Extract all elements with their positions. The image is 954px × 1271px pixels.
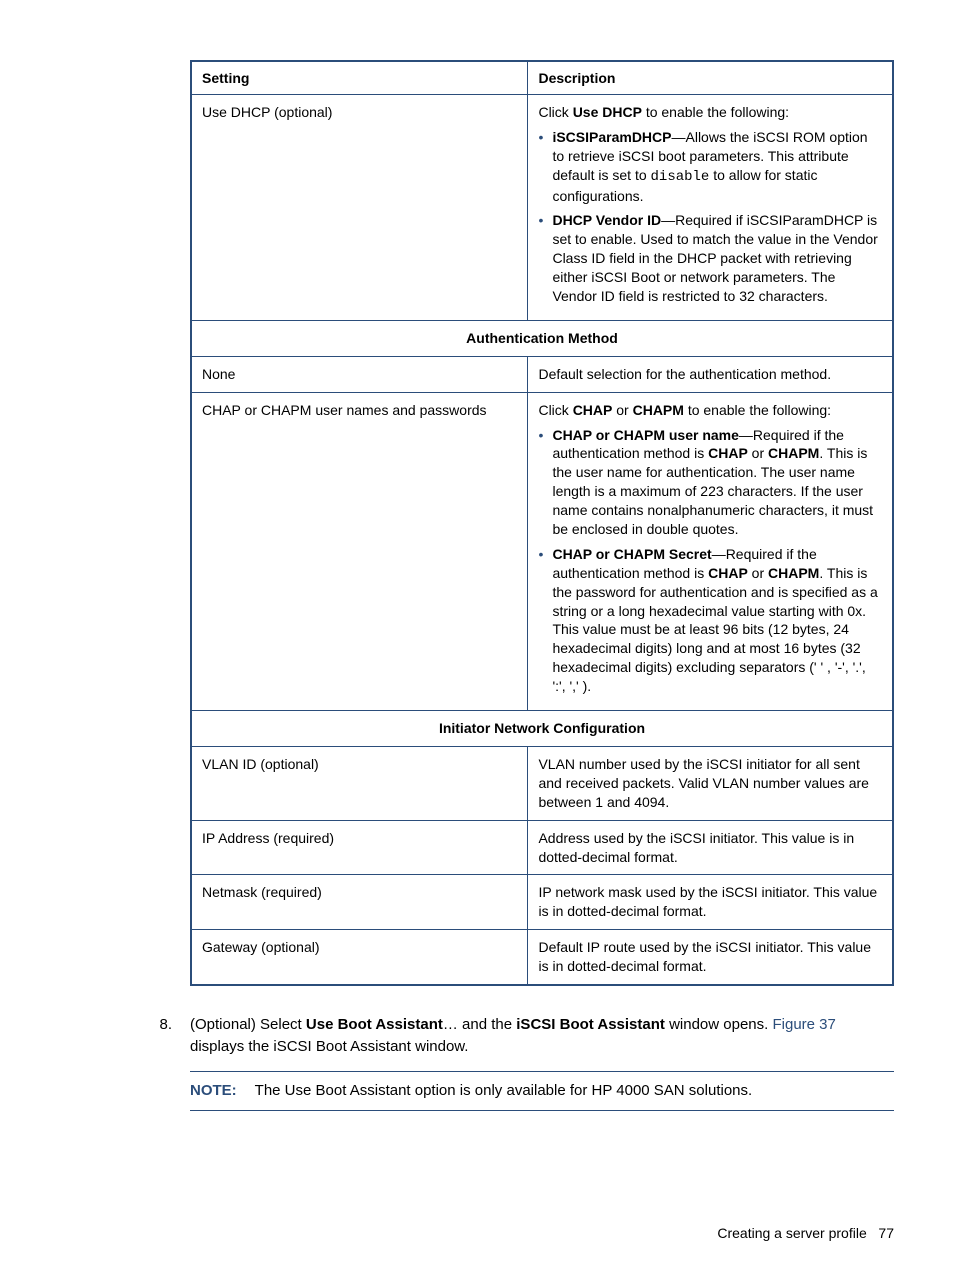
bold-text: CHAP or CHAPM user name: [552, 427, 738, 443]
figure-link[interactable]: Figure 37: [772, 1016, 835, 1033]
row-ip-address: IP Address (required) Address used by th…: [191, 820, 893, 875]
bold-text: DHCP Vendor ID: [552, 212, 661, 228]
bold-text: iSCSIParamDHCP: [552, 129, 671, 145]
setting-cell: VLAN ID (optional): [191, 746, 528, 820]
text: to enable the following:: [642, 104, 789, 120]
row-netmask: Netmask (required) IP network mask used …: [191, 875, 893, 930]
setting-cell: Gateway (optional): [191, 930, 528, 985]
section-title: Initiator Network Configuration: [191, 711, 893, 747]
text: window opens.: [665, 1016, 773, 1033]
bold-text: CHAPM: [768, 445, 819, 461]
text: (Optional) Select: [190, 1016, 306, 1033]
bold-text: CHAP: [708, 445, 748, 461]
bullet-list: CHAP or CHAPM user name—Required if the …: [538, 426, 882, 696]
bold-text: Use DHCP: [573, 104, 642, 120]
setting-cell: CHAP or CHAPM user names and passwords: [191, 392, 528, 710]
bold-text: CHAP: [708, 565, 748, 581]
list-item: DHCP Vendor ID—Required if iSCSIParamDHC…: [538, 211, 882, 305]
footer-text: Creating a server profile: [717, 1225, 866, 1241]
description-cell: IP network mask used by the iSCSI initia…: [528, 875, 893, 930]
setting-cell: Use DHCP (optional): [191, 95, 528, 321]
page-footer: Creating a server profile 77: [717, 1225, 894, 1241]
row-use-dhcp: Use DHCP (optional) Click Use DHCP to en…: [191, 95, 893, 321]
section-title: Authentication Method: [191, 320, 893, 356]
text: or: [748, 445, 768, 461]
note-box: NOTE: The Use Boot Assistant option is o…: [190, 1071, 894, 1111]
description-cell: Address used by the iSCSI initiator. Thi…: [528, 820, 893, 875]
note-label: NOTE:: [190, 1080, 255, 1102]
bold-text: CHAP or CHAPM Secret: [552, 546, 711, 562]
description-cell: Default selection for the authentication…: [528, 356, 893, 392]
table-header-row: Setting Description: [191, 61, 893, 95]
text: Click: [538, 104, 572, 120]
row-vlan: VLAN ID (optional) VLAN number used by t…: [191, 746, 893, 820]
bold-text: CHAPM: [768, 565, 819, 581]
row-chap: CHAP or CHAPM user names and passwords C…: [191, 392, 893, 710]
description-cell: Click Use DHCP to enable the following: …: [528, 95, 893, 321]
text: or: [748, 565, 768, 581]
text: displays the iSCSI Boot Assistant window…: [190, 1038, 468, 1055]
row-gateway: Gateway (optional) Default IP route used…: [191, 930, 893, 985]
step-8: 8. (Optional) Select Use Boot Assistant……: [60, 1014, 894, 1111]
row-none: None Default selection for the authentic…: [191, 356, 893, 392]
text: to enable the following:: [684, 402, 831, 418]
mono-text: disable: [651, 169, 710, 185]
page-number: 77: [878, 1225, 894, 1241]
description-cell: Default IP route used by the iSCSI initi…: [528, 930, 893, 985]
bold-text: iSCSI Boot Assistant: [516, 1016, 665, 1033]
section-header-auth: Authentication Method: [191, 320, 893, 356]
setting-cell: IP Address (required): [191, 820, 528, 875]
bold-text: Use Boot Assistant: [306, 1016, 443, 1033]
text: Click: [538, 402, 572, 418]
description-cell: Click CHAP or CHAPM to enable the follow…: [528, 392, 893, 710]
text: or: [612, 402, 632, 418]
header-setting: Setting: [191, 61, 528, 95]
settings-table: Setting Description Use DHCP (optional) …: [190, 60, 894, 986]
setting-cell: Netmask (required): [191, 875, 528, 930]
list-item: CHAP or CHAPM Secret—Required if the aut…: [538, 545, 882, 696]
bold-text: CHAP: [573, 402, 613, 418]
bold-text: CHAPM: [633, 402, 684, 418]
step-text: (Optional) Select Use Boot Assistant… an…: [190, 1014, 894, 1111]
list-item: iSCSIParamDHCP—Allows the iSCSI ROM opti…: [538, 128, 882, 206]
step-number: 8.: [60, 1014, 190, 1111]
bullet-list: iSCSIParamDHCP—Allows the iSCSI ROM opti…: [538, 128, 882, 306]
section-header-initiator: Initiator Network Configuration: [191, 711, 893, 747]
text: . This is the password for authenticatio…: [552, 565, 877, 694]
note-text: The Use Boot Assistant option is only av…: [255, 1080, 753, 1102]
text: … and the: [443, 1016, 516, 1033]
header-description: Description: [528, 61, 893, 95]
setting-cell: None: [191, 356, 528, 392]
description-cell: VLAN number used by the iSCSI initiator …: [528, 746, 893, 820]
list-item: CHAP or CHAPM user name—Required if the …: [538, 426, 882, 539]
